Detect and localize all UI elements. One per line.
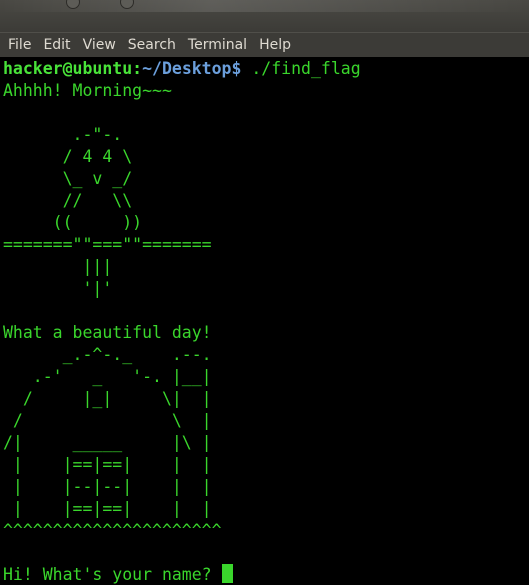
name-question-text: Hi! What's your name? (3, 565, 222, 584)
menu-terminal[interactable]: Terminal (182, 33, 253, 58)
prompt-path: ~/Desktop (142, 59, 232, 78)
menu-bar: File Edit View Search Terminal Help (0, 32, 529, 57)
menu-edit[interactable]: Edit (37, 33, 76, 58)
prompt-command: ./find_flag (241, 59, 361, 78)
menu-file[interactable]: File (2, 33, 37, 58)
window-titlebar[interactable] (0, 0, 529, 32)
name-question-line[interactable]: Hi! What's your name? (3, 564, 233, 585)
greeting-line: Ahhhh! Morning~~~ (3, 81, 172, 100)
menu-view[interactable]: View (77, 33, 122, 58)
house-art-line: | |==|==| | | (3, 455, 212, 474)
owl-art-line: (( )) (3, 213, 143, 232)
house-art-line: / |_| \| | (3, 389, 212, 408)
house-art-line: _.-^-._ .--. (3, 345, 212, 364)
owl-art-line: ||| (3, 257, 113, 276)
prompt-symbol: $ (231, 59, 242, 78)
prompt-user-host: hacker@ubuntu (3, 59, 133, 78)
house-art-line: /| _____ |\ | (3, 433, 212, 452)
owl-art-line: // \\ (3, 191, 133, 210)
house-art-line: ^^^^^^^^^^^^^^^^^^^^^^ (3, 521, 222, 540)
prompt-separator: : (132, 59, 143, 78)
house-art-line: .-' _ '-. |__| (3, 367, 212, 386)
day-message-line: What a beautiful day! (3, 323, 212, 342)
house-art-line: | |--|--| | | (3, 477, 212, 496)
owl-art-line: .-"-. (3, 125, 123, 144)
prompt-line: hacker@ubuntu:~/Desktop$ ./find_flag (3, 58, 361, 80)
house-art-line: | |==|==| | | (3, 499, 212, 518)
owl-art-line: =======""===""======= (3, 235, 212, 254)
terminal-window: File Edit View Search Terminal Help hack… (0, 0, 529, 585)
menu-search[interactable]: Search (122, 33, 182, 58)
owl-art-line: '|' (3, 279, 113, 298)
owl-art-line: \_ v _/ (3, 169, 133, 188)
menu-help[interactable]: Help (253, 33, 297, 58)
owl-art-line: / 4 4 \ (3, 147, 133, 166)
house-art-line: / \ | (3, 411, 212, 430)
terminal-output-area[interactable]: hacker@ubuntu:~/Desktop$ ./find_flag Ahh… (0, 58, 529, 585)
text-cursor[interactable] (221, 564, 233, 583)
